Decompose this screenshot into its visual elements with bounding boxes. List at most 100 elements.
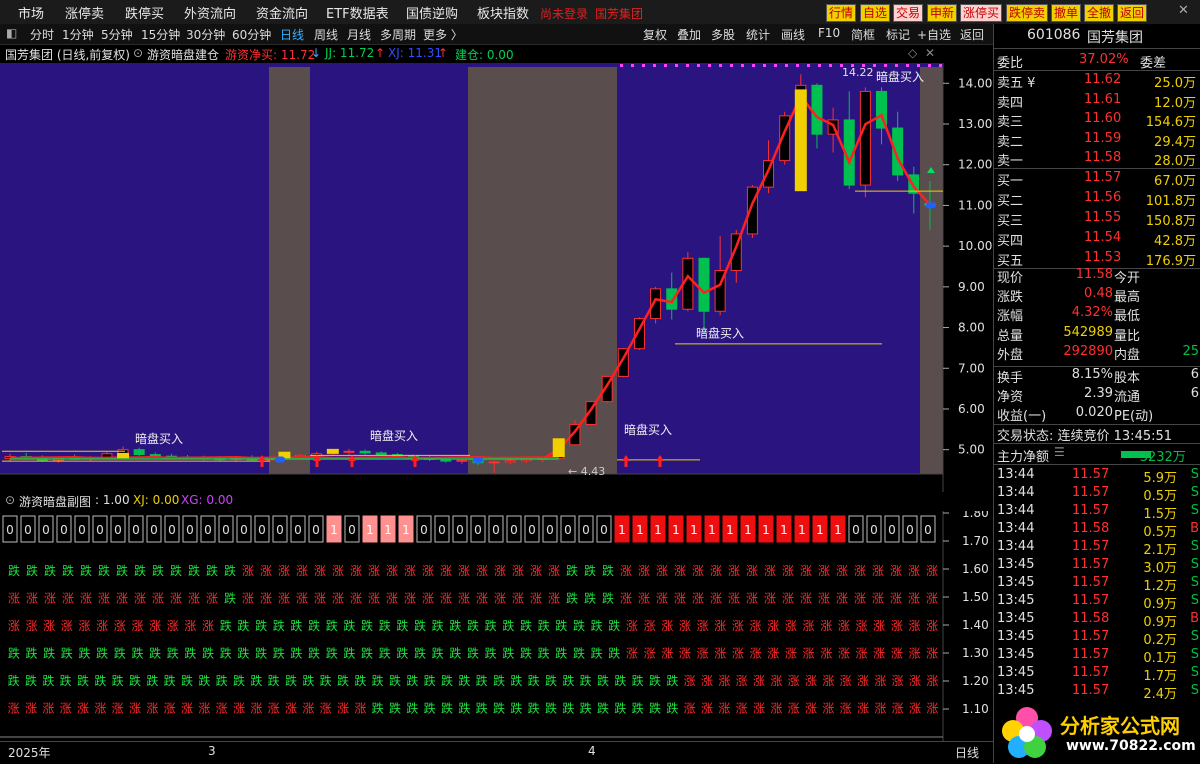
axis-period-label[interactable]: 日线 <box>955 744 979 761</box>
rise-fall-cell: 涨 <box>697 646 709 661</box>
rise-fall-cell: 跌 <box>566 563 578 578</box>
fund-value: 8.15% <box>1071 367 1113 382</box>
window-close-icon[interactable]: ✕ <box>1178 3 1189 18</box>
rise-fall-cell: 涨 <box>278 563 290 578</box>
period-toolbar: ◧ 分时 1分钟 5分钟 15分钟 30分钟 60分钟 日线 周线 月线 多周期… <box>0 24 993 45</box>
tool-multi-stock[interactable]: 多股 <box>711 26 735 43</box>
candle-body <box>456 459 468 462</box>
menu-sector-index[interactable]: 板块指数 <box>477 3 529 22</box>
menu-limit-up-sell[interactable]: 涨停卖 <box>65 3 104 22</box>
top-dot <box>774 64 777 67</box>
tab-daily[interactable]: 日线 <box>280 26 304 43</box>
cancel-order-button[interactable]: 撤单 <box>1051 4 1082 22</box>
rise-fall-cell: 跌 <box>406 701 418 716</box>
signal-box-value: 0 <box>870 523 878 537</box>
tool-add-watch[interactable]: +自选 <box>917 26 951 43</box>
rise-fall-cell: 涨 <box>116 591 128 606</box>
sub-y-tick-label: 1.40 <box>962 618 989 632</box>
tab-more[interactable]: 更多 〉 <box>423 26 463 43</box>
tool-simple-frame[interactable]: 简框 <box>851 26 875 43</box>
tool-stats[interactable]: 统计 <box>746 26 770 43</box>
tick-side: S <box>1190 557 1199 572</box>
rise-fall-cell: 涨 <box>386 591 398 606</box>
menu-market[interactable]: 市场 <box>18 3 44 22</box>
ipo-button[interactable]: 申新 <box>927 4 958 22</box>
tick-time: 13:45 <box>997 611 1035 626</box>
rise-fall-cell: 跌 <box>441 673 453 688</box>
list-icon[interactable]: ☰ <box>1054 445 1065 459</box>
tool-back[interactable]: 返回 <box>960 26 984 43</box>
tick-time: 13:45 <box>997 683 1035 698</box>
rise-fall-cell: 涨 <box>146 701 158 716</box>
tab-1min[interactable]: 1分钟 <box>62 26 94 43</box>
tool-mark[interactable]: 标记 <box>886 26 910 43</box>
cancel-all-button[interactable]: 全撤 <box>1084 4 1115 22</box>
stat-label-2: 最低 <box>1114 309 1141 325</box>
rise-fall-cell: 跌 <box>44 563 56 578</box>
tab-monthly[interactable]: 月线 <box>347 26 371 43</box>
back-button[interactable]: 返回 <box>1117 4 1148 22</box>
tab-multi-period[interactable]: 多周期 <box>380 26 416 43</box>
tab-30min[interactable]: 30分钟 <box>186 26 225 43</box>
tick-side: S <box>1190 665 1199 680</box>
rise-fall-cell: 涨 <box>61 618 73 633</box>
limit-down-sell-button[interactable]: 跌停卖 <box>1006 4 1049 22</box>
signal-box-value: 1 <box>636 523 644 537</box>
tool-f10[interactable]: F10 <box>818 26 840 40</box>
menu-repo[interactable]: 国债逆购 <box>406 3 458 22</box>
trade-button[interactable]: 交易 <box>893 4 924 22</box>
tab-60min[interactable]: 60分钟 <box>232 26 271 43</box>
main-chart[interactable]: 14.00 13.00 12.00 11.00 10.00 9.00 8.00 7.00 6.0… <box>0 63 993 492</box>
panel-toggle-icon[interactable]: ◧ <box>6 26 17 40</box>
rise-fall-cell: 跌 <box>146 673 158 688</box>
rise-fall-cell: 跌 <box>198 673 210 688</box>
rise-fall-cell: 涨 <box>840 701 852 716</box>
rise-fall-cell: 涨 <box>512 563 524 578</box>
ask-volume: 154.6万 <box>1145 115 1196 130</box>
tab-5min[interactable]: 5分钟 <box>101 26 133 43</box>
menu-etf-table[interactable]: ETF数据表 <box>326 3 389 22</box>
indicator-name[interactable]: 游资暗盘建仓 <box>147 46 219 63</box>
menu-limit-down-buy[interactable]: 跌停买 <box>125 3 164 22</box>
ask-price: 11.60 <box>1084 111 1122 126</box>
tick-side: S <box>1190 647 1199 662</box>
rise-fall-cell: 涨 <box>494 591 506 606</box>
login-status[interactable]: 尚未登录 <box>540 5 588 22</box>
menu-foreign-flow[interactable]: 外资流向 <box>184 3 236 22</box>
rise-fall-cell: 跌 <box>216 673 228 688</box>
dark-buy-annotation: 暗盘买入 <box>696 326 744 341</box>
rise-fall-cell: 跌 <box>580 701 592 716</box>
tool-draw[interactable]: 画线 <box>781 26 805 43</box>
rise-fall-cell: 涨 <box>152 591 164 606</box>
watchlist-button[interactable]: 自选 <box>860 4 891 22</box>
sub-indicator-name[interactable]: 游资暗盘副图 <box>19 493 91 510</box>
rise-fall-cell: 跌 <box>206 563 218 578</box>
tab-intraday[interactable]: 分时 <box>30 26 54 43</box>
menu-capital-flow[interactable]: 资金流向 <box>256 3 308 22</box>
limit-up-buy-button[interactable]: 涨停买 <box>960 4 1003 22</box>
quote-button[interactable]: 行情 <box>826 4 857 22</box>
tab-weekly[interactable]: 周线 <box>314 26 338 43</box>
tick-volume: 2.1万 <box>1143 543 1177 558</box>
rise-fall-cell: 涨 <box>697 618 709 633</box>
sub-indicator-menu-icon[interactable]: ⊙ <box>5 493 15 507</box>
rise-fall-cell: 跌 <box>414 618 426 633</box>
close-icon[interactable]: ✕ <box>925 46 935 60</box>
rise-fall-cell: 涨 <box>94 701 106 716</box>
top-dot <box>675 64 678 67</box>
diamond-icon[interactable]: ◇ <box>908 46 917 60</box>
rise-fall-cell: 涨 <box>96 618 108 633</box>
rise-fall-cell: 跌 <box>414 646 426 661</box>
tool-overlay[interactable]: 叠加 <box>677 26 701 43</box>
tab-15min[interactable]: 15分钟 <box>141 26 180 43</box>
indicator-menu-icon[interactable]: ⊙ <box>133 46 143 60</box>
rise-fall-cell: 涨 <box>785 646 797 661</box>
sub-chart[interactable]: 1.801.701.601.501.401.301.201.10 0000000… <box>0 511 993 741</box>
signal-box-value: 0 <box>474 523 482 537</box>
stat-label-2: 最高 <box>1114 290 1141 306</box>
rise-fall-cell: 涨 <box>836 563 848 578</box>
fund-label: 换手 <box>997 371 1024 386</box>
y-tick-label: 10.00 <box>958 239 992 253</box>
tool-adjust[interactable]: 复权 <box>643 26 667 43</box>
rise-fall-cell: 涨 <box>800 591 812 606</box>
